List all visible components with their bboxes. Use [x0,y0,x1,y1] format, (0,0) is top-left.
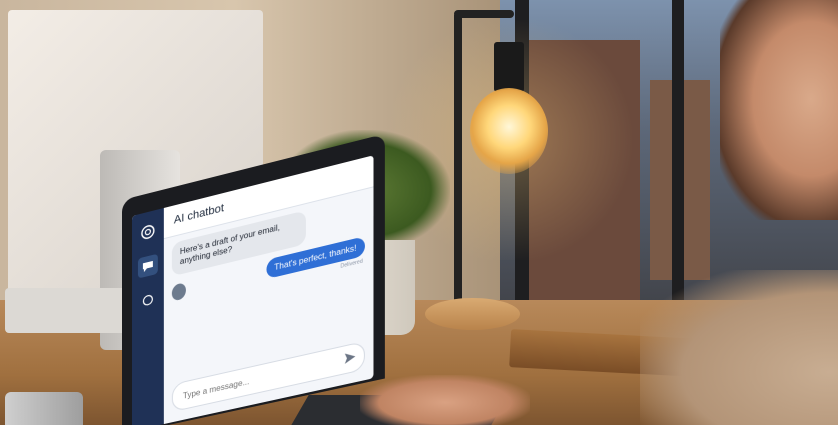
chat-bubble-icon[interactable] [137,253,158,279]
person-sweater [640,270,838,425]
light-bulb [470,88,548,174]
coffee-mug [5,392,83,425]
chat-threads-icon[interactable] [138,288,158,313]
keyboard [5,288,130,333]
avatar [171,281,186,302]
lamp-arm [454,10,514,18]
bulb-socket [494,42,524,92]
typing-hand [360,375,530,425]
photo-scene: AI chatbot Here's a draft of your email,… [0,0,838,425]
lamp-base [425,298,520,330]
person-face [720,0,838,220]
openai-logo-icon[interactable] [138,220,158,245]
send-icon[interactable] [344,350,356,367]
chat-sidebar [132,207,164,425]
chat-title: AI chatbot [173,201,224,227]
lamp-pole [454,15,462,305]
